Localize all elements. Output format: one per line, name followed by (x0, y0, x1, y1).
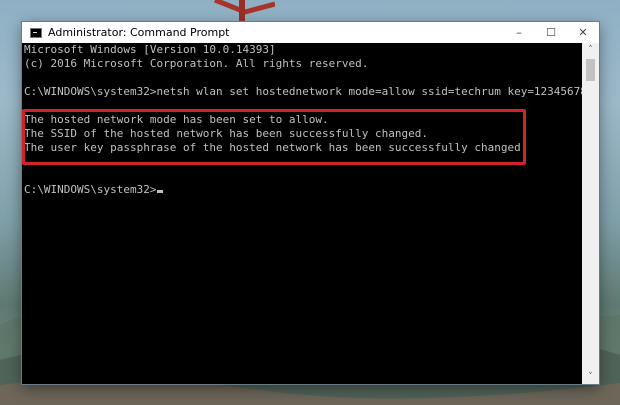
console-line: Microsoft Windows [Version 10.0.14393] (24, 43, 276, 56)
console-line: (c) 2016 Microsoft Corporation. All righ… (24, 57, 369, 70)
window-title: Administrator: Command Prompt (48, 26, 230, 39)
scroll-up-arrow-icon[interactable]: ˄ (582, 43, 599, 57)
window-titlebar[interactable]: Administrator: Command Prompt – ☐ ✕ (22, 22, 599, 43)
console-command-line: C:\WINDOWS\system32>netsh wlan set hoste… (24, 85, 582, 98)
console-output[interactable]: Microsoft Windows [Version 10.0.14393] (… (22, 43, 582, 384)
close-button[interactable]: ✕ (567, 22, 599, 43)
maximize-button[interactable]: ☐ (535, 22, 567, 43)
console-icon (30, 27, 42, 38)
vertical-scrollbar[interactable]: ˄ ˅ (582, 43, 599, 384)
window-controls: – ☐ ✕ (503, 22, 599, 43)
console-prompt-line[interactable]: C:\WINDOWS\system32> (22, 183, 582, 197)
red-highlight-box (22, 109, 526, 165)
scroll-thumb[interactable] (586, 59, 595, 81)
command-prompt-window[interactable]: Administrator: Command Prompt – ☐ ✕ Micr… (22, 22, 599, 384)
bridge-tower-image (214, 0, 275, 24)
scroll-down-arrow-icon[interactable]: ˅ (582, 370, 599, 384)
text-cursor (157, 190, 164, 193)
prompt-text: C:\WINDOWS\system32> (24, 183, 157, 196)
minimize-button[interactable]: – (503, 22, 535, 43)
